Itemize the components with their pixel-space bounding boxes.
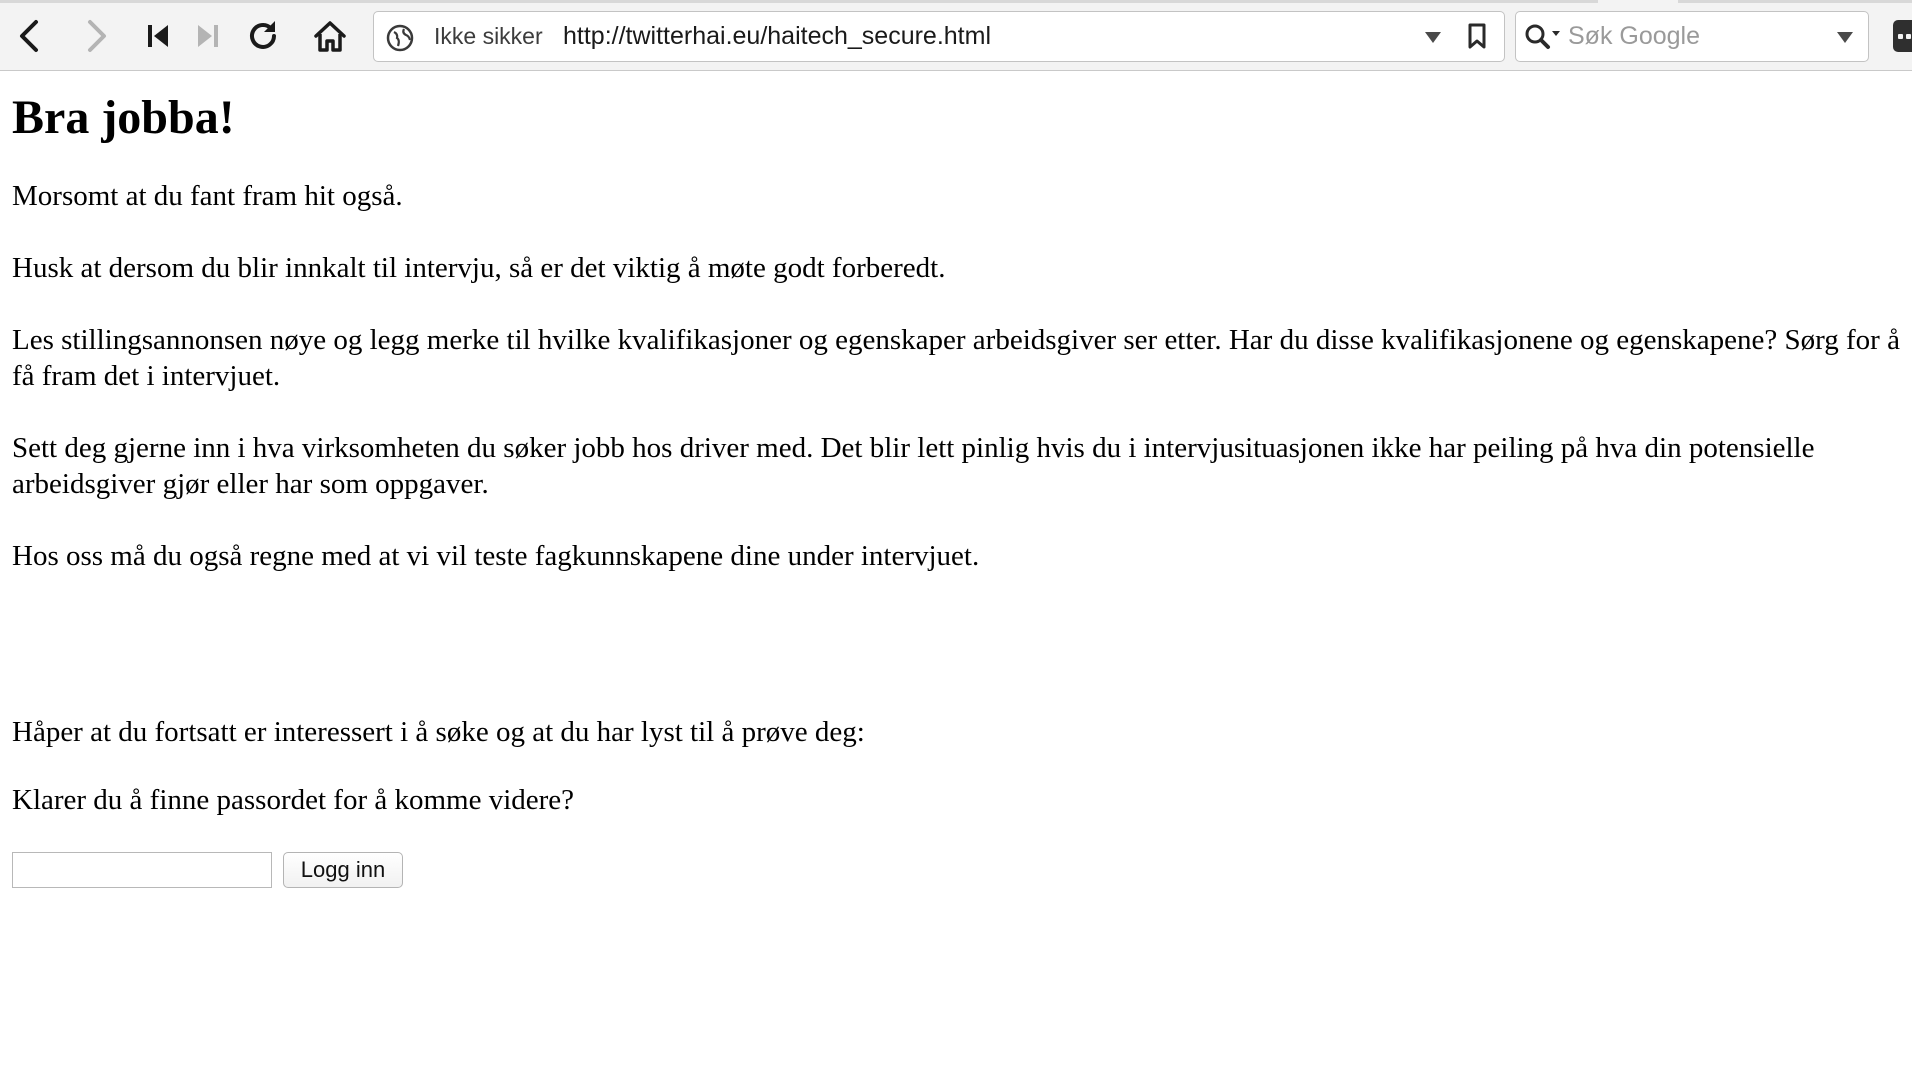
- paragraph: Håper at du fortsatt er interessert i å …: [12, 716, 865, 748]
- back-icon: [20, 20, 38, 52]
- back-button[interactable]: [12, 18, 48, 54]
- browser-toolbar: Ikke sikker http://twitterhai.eu/haitech…: [0, 0, 1912, 71]
- login-form: Logg inn: [12, 852, 1902, 892]
- skip-back-button[interactable]: [140, 18, 176, 54]
- active-tab-indicator: [1598, 0, 1678, 3]
- skip-back-icon: [148, 25, 168, 47]
- url-text[interactable]: http://twitterhai.eu/haitech_secure.html: [563, 12, 991, 61]
- reload-button[interactable]: [245, 18, 281, 54]
- tab-strip: [0, 0, 1912, 3]
- search-bar[interactable]: Søk Google: [1515, 11, 1869, 62]
- globe-icon[interactable]: [386, 24, 414, 52]
- page-content: Bra jobba! Morsomt at du fant fram hit o…: [12, 72, 1902, 892]
- page-heading: Bra jobba!: [12, 91, 235, 144]
- search-engine-dropdown-icon[interactable]: [1833, 25, 1857, 49]
- search-icon[interactable]: [1524, 23, 1562, 51]
- extension-icon[interactable]: [1893, 20, 1912, 52]
- url-bar[interactable]: Ikke sikker http://twitterhai.eu/haitech…: [373, 11, 1505, 62]
- dropdown-icon[interactable]: [1421, 25, 1445, 49]
- paragraph: Husk at dersom du blir innkalt til inter…: [12, 252, 946, 284]
- bookmark-icon[interactable]: [1464, 22, 1490, 50]
- login-button[interactable]: Logg inn: [283, 852, 403, 888]
- skip-forward-button[interactable]: [190, 18, 226, 54]
- paragraph: Klarer du å finne passordet for å komme …: [12, 784, 575, 816]
- paragraph: Hos oss må du også regne med at vi vil t…: [12, 540, 980, 572]
- home-button[interactable]: [312, 18, 348, 54]
- paragraph: Morsomt at du fant fram hit også.: [12, 180, 403, 212]
- password-input[interactable]: [12, 852, 272, 888]
- forward-icon: [88, 20, 106, 52]
- reload-icon: [250, 21, 276, 49]
- search-input[interactable]: Søk Google: [1568, 12, 1700, 61]
- skip-forward-icon: [198, 25, 218, 47]
- paragraph: Sett deg gjerne inn i hva virksomheten d…: [12, 432, 1815, 500]
- home-icon: [314, 21, 346, 52]
- security-label[interactable]: Ikke sikker: [434, 12, 543, 61]
- paragraph: Les stillingsannonsen nøye og legg merke…: [12, 324, 1900, 392]
- forward-button[interactable]: [78, 18, 114, 54]
